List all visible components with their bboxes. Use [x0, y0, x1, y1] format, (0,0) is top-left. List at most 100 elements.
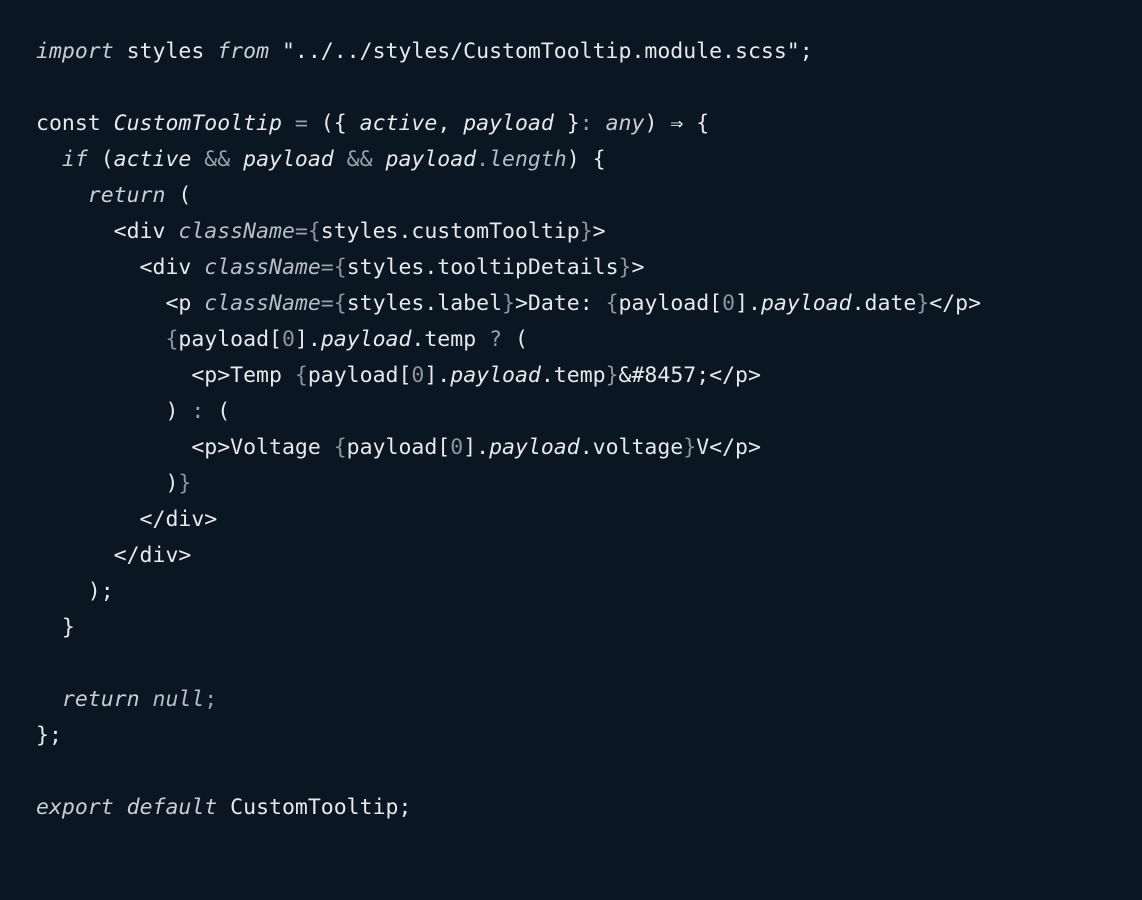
- code-token: ;: [204, 687, 218, 712]
- code-token: styles.label: [346, 291, 503, 316]
- code-token: =: [281, 111, 321, 136]
- code-line: );: [36, 574, 1142, 610]
- code-token: 0: [281, 327, 295, 352]
- code-line: const CustomTooltip = ({ active, payload…: [36, 106, 1142, 142]
- code-token: {: [165, 327, 179, 352]
- code-token: }: [579, 219, 593, 244]
- code-token: styles.customTooltip: [320, 219, 580, 244]
- code-line: </div>: [36, 502, 1142, 538]
- code-token: >: [631, 255, 645, 280]
- code-line: <div className={styles.tooltipDetails}>: [36, 250, 1142, 286]
- code-token: payload[: [307, 363, 412, 388]
- code-token: (: [165, 183, 192, 208]
- code-token: "../../styles/CustomTooltip.module.scss"…: [269, 39, 813, 64]
- code-token: {: [333, 291, 347, 316]
- code-token: payload: [243, 147, 334, 172]
- code-line: <div className={styles.customTooltip}>: [36, 214, 1142, 250]
- code-token: :: [191, 399, 205, 424]
- code-token: &#8457;</p>: [618, 363, 761, 388]
- code-token: {: [307, 219, 321, 244]
- code-token: ].: [294, 327, 321, 352]
- code-token: ].: [735, 291, 761, 316]
- code-token: const: [36, 111, 114, 136]
- code-token: 0: [722, 291, 736, 316]
- code-token: ?: [489, 327, 503, 352]
- code-token: ].: [424, 363, 451, 388]
- code-token: <div: [36, 255, 205, 280]
- code-line: <p>Temp {payload[0].payload.temp}&#8457;…: [36, 358, 1142, 394]
- code-token: className: [204, 255, 321, 280]
- code-token: .temp: [411, 327, 490, 352]
- code-token: {: [333, 255, 347, 280]
- code-editor[interactable]: import styles from "../../styles/CustomT…: [0, 0, 1142, 900]
- code-line: </div>: [36, 538, 1142, 574]
- code-token: <p>Voltage: [36, 435, 334, 460]
- code-token: import: [36, 39, 114, 64]
- code-token: .date: [851, 291, 917, 316]
- code-token: ,: [437, 111, 464, 136]
- code-line: export default CustomTooltip;: [36, 790, 1142, 826]
- code-token: </div>: [36, 507, 218, 532]
- code-token: >Date:: [514, 291, 606, 316]
- code-token: }: [916, 291, 930, 316]
- code-token: ) ⇒ {: [644, 111, 710, 136]
- code-line: return (: [36, 178, 1142, 214]
- code-token: }: [502, 291, 515, 316]
- code-token: =: [320, 255, 334, 280]
- code-token: active: [113, 147, 192, 172]
- code-line: <p>Voltage {payload[0].payload.voltage}V…: [36, 430, 1142, 466]
- code-token: from: [217, 39, 270, 64]
- code-token: payload: [760, 291, 852, 316]
- code-token: payload: [385, 147, 477, 172]
- code-token: >: [592, 219, 606, 244]
- code-token: payload: [463, 111, 554, 136]
- code-token: &&: [191, 147, 244, 172]
- code-token: &&: [333, 147, 386, 172]
- code-token: (: [204, 399, 231, 424]
- code-token: );: [36, 579, 114, 604]
- code-token: return: [87, 183, 166, 208]
- code-token: {: [333, 435, 347, 460]
- code-token: CustomTooltip: [113, 111, 282, 136]
- code-token: CustomTooltip;: [217, 795, 412, 820]
- code-token: payload[: [618, 291, 723, 316]
- code-token: =: [294, 219, 308, 244]
- code-token: }: [618, 255, 632, 280]
- code-token: </p>: [929, 291, 982, 316]
- code-token: className: [178, 219, 295, 244]
- code-token: default: [126, 795, 218, 820]
- code-token: :: [579, 111, 606, 136]
- code-token: .: [476, 147, 490, 172]
- code-token: .temp: [540, 363, 606, 388]
- code-token: };: [36, 723, 62, 748]
- code-token: {: [294, 363, 308, 388]
- code-token: styles.tooltipDetails: [346, 255, 619, 280]
- code-token: styles: [113, 39, 218, 64]
- code-token: }: [605, 363, 619, 388]
- code-token: any: [605, 111, 645, 136]
- code-token: null: [152, 687, 205, 712]
- code-token: (: [502, 327, 528, 352]
- code-token: length: [489, 147, 567, 172]
- code-line: <p className={styles.label}>Date: {paylo…: [36, 286, 1142, 322]
- code-token: return: [61, 687, 140, 712]
- code-token: (: [87, 147, 114, 172]
- code-line: return null;: [36, 682, 1142, 718]
- code-line: )}: [36, 466, 1142, 502]
- code-token: </div>: [36, 543, 192, 568]
- code-token: }: [553, 111, 580, 136]
- code-block[interactable]: import styles from "../../styles/CustomT…: [36, 34, 1142, 826]
- code-token: }: [36, 615, 75, 640]
- code-token: <p: [36, 291, 205, 316]
- code-token: payload[: [178, 327, 282, 352]
- code-line: ) : (: [36, 394, 1142, 430]
- code-token: 0: [411, 363, 425, 388]
- code-token: if: [61, 147, 88, 172]
- code-line: }: [36, 610, 1142, 646]
- code-line: };: [36, 718, 1142, 754]
